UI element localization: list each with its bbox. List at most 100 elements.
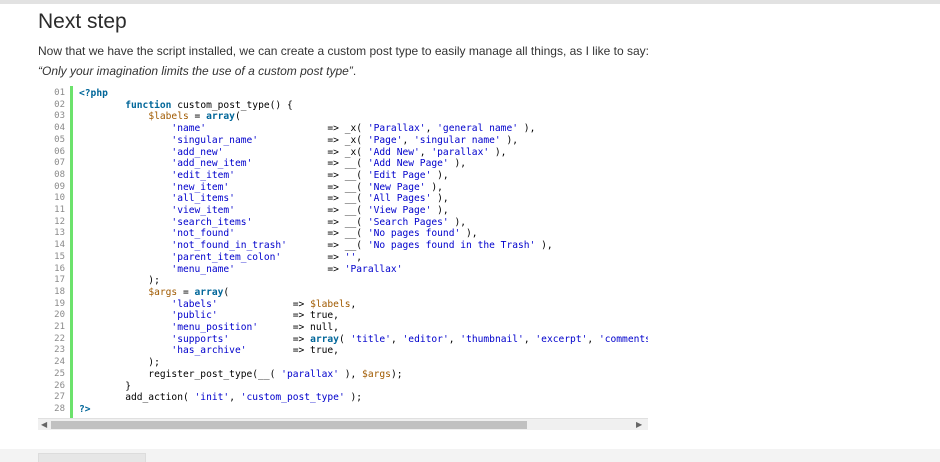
code-token: 'thumbnail' (460, 333, 524, 345)
code-token: 'menu_name' (171, 263, 235, 275)
code-token: => __( (234, 169, 368, 181)
scrollbar-thumb[interactable] (51, 421, 527, 429)
code-token: => __( (252, 158, 368, 170)
line-number: 14 (54, 240, 65, 251)
code-token: 'edit_item' (171, 169, 235, 181)
code-token: => true, (217, 310, 339, 322)
code-token: , (419, 146, 432, 158)
code-token: ), (489, 146, 507, 158)
code-token: 'Add New' (367, 146, 420, 158)
code-token: ), (338, 368, 363, 380)
line-number: 04 (54, 123, 65, 134)
code-token: array (310, 333, 339, 345)
code-token: 'editor' (402, 333, 449, 345)
code-token: 'add_new_item' (171, 158, 253, 170)
code-token: 'Search Pages' (367, 216, 449, 228)
code-token: => _x( (258, 134, 368, 146)
code-block[interactable]: 01 02 03 04 05 06 07 08 09 10 11 12 13 14 15 16 17 18 19 20… (38, 86, 648, 430)
line-number: 05 (54, 134, 65, 145)
code-token: 'New Page' (367, 181, 426, 193)
code-token: = (177, 286, 195, 298)
code-token: ), (500, 134, 518, 146)
line-number: 03 (54, 111, 65, 122)
code-line: 'parent_item_colon' => '', (79, 252, 362, 264)
code-token: => (229, 333, 311, 345)
code-token: array (194, 286, 224, 298)
code-token: ( (338, 333, 351, 345)
code-token: 'Add New Page' (367, 158, 449, 170)
code-token: ), (431, 169, 449, 181)
line-number: 18 (54, 286, 65, 297)
code-token: ); (390, 368, 403, 380)
code-token: $labels (148, 111, 189, 123)
code-token: 'parent_item_colon' (171, 251, 282, 263)
code-token: => __( (234, 228, 368, 240)
code-token: ), (448, 216, 467, 228)
line-number: 15 (54, 251, 65, 262)
code-token: 'singular name' (414, 134, 501, 146)
code-token: 'View Page' (367, 205, 432, 216)
left-arrow-icon[interactable]: ◀ (41, 420, 47, 430)
code-line: 'add_new_item' => __( 'Add New Page' ), (79, 158, 466, 170)
code-line: 'menu_name' => 'Parallax' (79, 264, 402, 276)
code-line: 'supports' => array( 'title', 'editor', … (79, 334, 648, 346)
code-line: 'view_item' => __( 'View Page' ), (79, 205, 449, 217)
horizontal-scrollbar[interactable]: ◀ ▶ (38, 418, 648, 430)
code-token: 'supports' (171, 333, 230, 345)
code-line: add_action( 'init', 'custom_post_type' )… (79, 392, 362, 404)
code-line: 'edit_item' => __( 'Edit Page' ), (79, 169, 449, 182)
code-token: 'No pages found' (367, 228, 461, 240)
code-line: 'has_archive' => true, (79, 345, 339, 357)
line-number: 19 (54, 298, 65, 309)
code-token: $args (362, 368, 391, 380)
code-token: => (217, 298, 311, 310)
code-token: 'All Pages' (367, 193, 432, 205)
code-token: ), (431, 205, 449, 216)
line-number: 27 (54, 392, 65, 403)
code-token: => true, (246, 345, 339, 357)
code-token: => (281, 251, 345, 263)
right-arrow-icon[interactable]: ▶ (636, 420, 642, 430)
code-token: 'Edit Page' (367, 169, 432, 181)
section-heading: Next step (38, 10, 127, 33)
code-token: 'init' (194, 392, 230, 404)
code-token: 'excerpt' (535, 333, 588, 345)
code-token: 'view_item' (171, 205, 235, 216)
code-line: 'singular_name' => _x( 'Page', 'singular… (79, 135, 518, 147)
code-token: function (125, 99, 172, 111)
code-token: , (356, 251, 363, 263)
code-token: ); (79, 275, 160, 287)
line-number: 26 (54, 380, 65, 391)
code-token: 'parallax' (281, 368, 339, 380)
intro-text: Now that we have the script installed, w… (38, 44, 649, 58)
code-token: add_action( (79, 392, 195, 404)
code-token: 'public' (171, 310, 218, 322)
line-number: 17 (54, 275, 65, 286)
code-token: , (425, 123, 438, 135)
line-number: 09 (54, 181, 65, 192)
code-token: => null, (258, 322, 339, 333)
line-number: 13 (54, 228, 65, 239)
code-token: ); (79, 357, 160, 369)
line-number: 23 (54, 345, 65, 356)
code-token: , (229, 392, 241, 404)
intro-quote: “Only your imagination limits the use of… (38, 64, 353, 78)
code-line: 'public' => true, (79, 310, 339, 322)
code-token: 'parallax' (431, 146, 490, 158)
line-number: 08 (54, 169, 65, 180)
line-number: 25 (54, 368, 65, 379)
content-card: Next step Now that we have the script in… (0, 4, 940, 449)
code-token: ), (518, 123, 536, 135)
line-number: 22 (54, 333, 65, 344)
code-token: 'new_item' (171, 181, 230, 193)
line-number: 06 (54, 146, 65, 157)
code-token: '' (344, 251, 357, 263)
